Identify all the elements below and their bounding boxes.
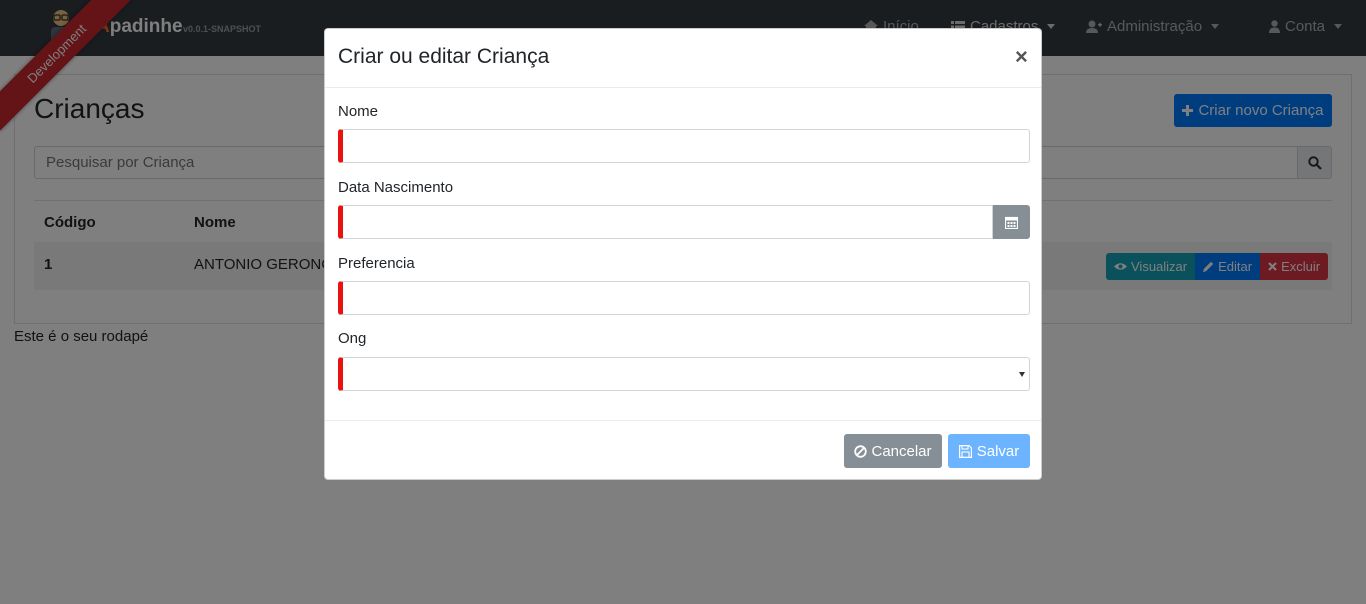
preferencia-label: Preferencia	[338, 255, 415, 272]
close-icon[interactable]: ×	[1015, 46, 1028, 68]
crianca-modal: Criar ou editar Criança × Nome Data Nasc…	[324, 28, 1042, 480]
preferencia-input[interactable]	[338, 281, 1030, 315]
cancel-label: Cancelar	[871, 442, 932, 460]
ong-label: Ong	[338, 330, 367, 347]
calendar-icon	[1005, 216, 1018, 229]
cancel-button[interactable]: Cancelar	[844, 434, 942, 468]
calendar-button[interactable]	[993, 205, 1030, 239]
modal-header: Criar ou editar Criança ×	[325, 29, 1041, 88]
save-icon	[958, 444, 972, 458]
data-nascimento-label: Data Nascimento	[338, 179, 454, 196]
ban-icon	[854, 444, 868, 458]
data-nascimento-input[interactable]	[338, 205, 993, 239]
save-button[interactable]: Salvar	[948, 434, 1030, 468]
save-label: Salvar	[976, 442, 1020, 460]
nome-label: Nome	[338, 103, 379, 120]
ong-select[interactable]	[338, 357, 1030, 391]
modal-title: Criar ou editar Criança	[338, 45, 550, 68]
nome-input[interactable]	[338, 129, 1030, 163]
chevron-down-icon	[1019, 372, 1025, 377]
modal-footer: Cancelar Salvar	[325, 420, 1041, 480]
